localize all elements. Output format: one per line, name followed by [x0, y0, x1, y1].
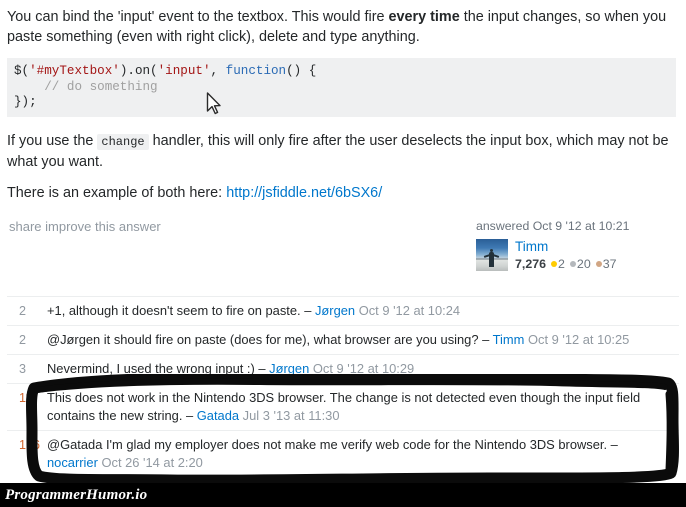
- comment-row: 2 +1, although it doesn't seem to fire o…: [7, 296, 679, 325]
- answer-paragraph-1-pre: You can bind the 'input' event to the te…: [7, 9, 389, 25]
- improve-answer-link[interactable]: improve this answer: [45, 219, 161, 234]
- comment-date[interactable]: Oct 26 '14 at 2:20: [101, 455, 202, 470]
- answer-paragraph-2-pre: If you use the: [7, 133, 98, 149]
- comment-dash: –: [182, 408, 197, 423]
- answer-paragraph-1: You can bind the 'input' event to the te…: [7, 7, 672, 47]
- user-details: Timm 7,276 2 20 37: [515, 239, 617, 272]
- comment-author-link[interactable]: Gatada: [197, 408, 239, 423]
- code-token-string-event: 'input': [157, 64, 211, 78]
- comment-date[interactable]: Oct 9 '12 at 10:25: [528, 332, 629, 347]
- comment-row: 3 Nevermind, I used the wrong input :) –…: [7, 354, 679, 383]
- comment-text: This does not work in the Nintendo 3DS b…: [47, 389, 679, 425]
- comment-text: +1, although it doesn't seem to fire on …: [47, 302, 679, 320]
- comment-author-link[interactable]: Jørgen: [269, 361, 309, 376]
- code-block-content: $('#myTextbox').on('input', function() {…: [14, 64, 676, 111]
- user-reputation: 7,276: [515, 257, 547, 271]
- stackoverflow-answer-screenshot: You can bind the 'input' event to the te…: [0, 0, 686, 507]
- comment-score[interactable]: 3: [7, 360, 47, 378]
- silver-badge-icon: [569, 260, 576, 267]
- comment-body: @Gatada I'm glad my employer does not ma…: [47, 437, 608, 452]
- answer-paragraph-1-emphasis: every time: [388, 9, 460, 25]
- avatar[interactable]: [476, 239, 508, 271]
- comment-dash: –: [478, 332, 493, 347]
- code-token-keyword-function: function: [225, 64, 287, 78]
- comment-author-link[interactable]: Jørgen: [315, 303, 355, 318]
- comment-date[interactable]: Jul 3 '13 at 11:30: [243, 408, 340, 423]
- inline-code-change: change: [97, 134, 149, 150]
- comment-text: @Jørgen it should fire on paste (does fo…: [47, 331, 679, 349]
- comment-row-highlighted: 136 @Gatada I'm glad my employer does no…: [7, 430, 679, 477]
- bronze-badge-icon: [595, 260, 602, 267]
- comment-dash: –: [254, 361, 270, 376]
- comment-date[interactable]: Oct 9 '12 at 10:24: [359, 303, 460, 318]
- code-token-on: ).on(: [119, 64, 158, 78]
- silver-badge-count: 20: [576, 257, 591, 271]
- comment-body: This does not work in the Nintendo 3DS b…: [47, 390, 641, 423]
- gold-badge-icon: [551, 260, 558, 267]
- bronze-badge-count: 37: [602, 257, 617, 271]
- comment-date[interactable]: Oct 9 '12 at 10:29: [313, 361, 414, 376]
- comment-dash: –: [300, 303, 315, 318]
- share-link[interactable]: share: [9, 219, 42, 234]
- code-token-string-selector: '#myTextbox': [29, 64, 120, 78]
- answer-paragraph-2: If you use the change handler, this will…: [7, 131, 675, 172]
- watermark-text: ProgrammerHumor.io: [5, 486, 148, 503]
- post-action-links: share improve this answer: [9, 219, 161, 235]
- watermark-bar: ProgrammerHumor.io: [0, 483, 686, 507]
- comment-row-highlighted: 11 This does not work in the Nintendo 3D…: [7, 383, 679, 430]
- comment-text: Nevermind, I used the wrong input :) – J…: [47, 360, 679, 378]
- comment-body: +1, although it doesn't seem to fire on …: [47, 303, 301, 318]
- comment-dash: –: [607, 437, 618, 452]
- comment-row: 2 @Jørgen it should fire on paste (does …: [7, 325, 679, 354]
- user-card: answered Oct 9 '12 at 10:21 Timm 7,276 2 2…: [476, 219, 676, 272]
- comment-score[interactable]: 136: [7, 436, 47, 454]
- code-token-brace-open: () {: [286, 64, 317, 78]
- comment-author-link[interactable]: Timm: [493, 332, 525, 347]
- code-token-brace-close: });: [14, 95, 37, 109]
- user-reputation-row: 7,276 2 20 37: [515, 256, 617, 272]
- jsfiddle-link[interactable]: http://jsfiddle.net/6bSX6/: [226, 185, 382, 201]
- comment-score[interactable]: 2: [7, 331, 47, 349]
- code-token-comment: // do something: [14, 79, 158, 94]
- answer-paragraph-3-pre: There is an example of both here:: [7, 185, 227, 201]
- code-token-comma: ,: [210, 64, 226, 78]
- comments-list: 2 +1, although it doesn't seem to fire o…: [7, 296, 679, 477]
- answered-timestamp: answered Oct 9 '12 at 10:21: [476, 219, 630, 233]
- comment-score[interactable]: 11: [7, 389, 47, 407]
- code-token-call: $(: [14, 64, 30, 78]
- comment-score[interactable]: 2: [7, 302, 47, 320]
- code-block: $('#myTextbox').on('input', function() {…: [7, 58, 676, 117]
- gold-badge-count: 2: [558, 257, 565, 271]
- comment-body: @Jørgen it should fire on paste (does fo…: [47, 332, 479, 347]
- comment-body: Nevermind, I used the wrong input :): [47, 361, 255, 376]
- user-name-link[interactable]: Timm: [515, 239, 617, 255]
- comment-text: @Gatada I'm glad my employer does not ma…: [47, 436, 679, 472]
- comment-author-link[interactable]: nocarrier: [47, 455, 98, 470]
- answer-paragraph-3: There is an example of both here: http:/…: [7, 183, 675, 203]
